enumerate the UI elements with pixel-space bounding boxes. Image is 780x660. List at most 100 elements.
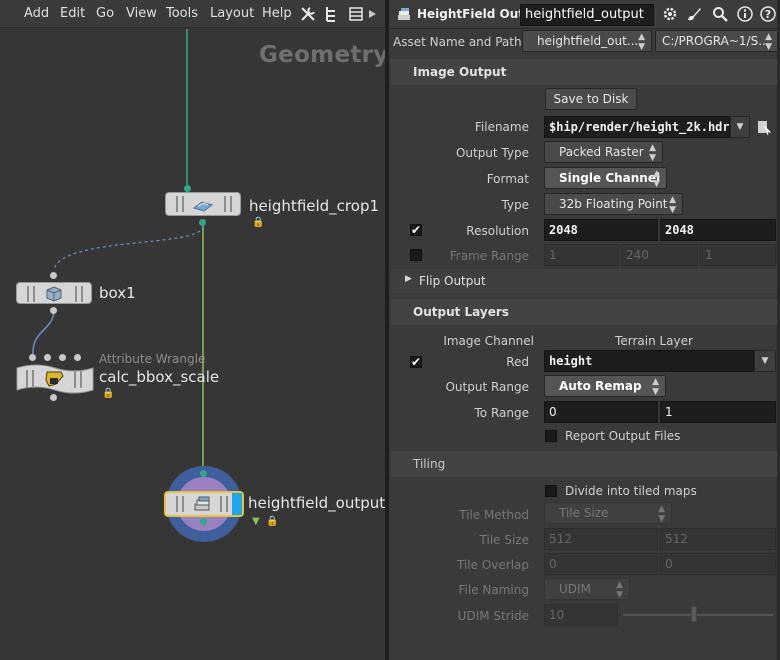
- udim-stride-slider: [623, 614, 773, 616]
- asset-name-dropdown[interactable]: heightfield_out... ▲ ▼: [522, 30, 652, 52]
- node-name-field[interactable]: heightfield_output: [520, 4, 654, 26]
- lock-icon: 🔒: [102, 388, 115, 399]
- node-type-icon: [398, 8, 410, 20]
- check-icon: ✔: [411, 223, 422, 237]
- tile-overlap-label: Tile Overlap: [457, 558, 529, 572]
- tile-method-dropdown: Tile Size ▲ ▼: [544, 502, 672, 524]
- file-naming-dropdown: UDIM ▲ ▼: [544, 578, 630, 600]
- svg-text:?: ?: [765, 8, 771, 21]
- node-type-wrangle: Attribute Wrangle: [99, 352, 206, 366]
- frame-end-field: 240: [621, 244, 698, 266]
- output-input-dot[interactable]: [200, 470, 207, 477]
- wrangle-output-dot[interactable]: [50, 394, 57, 401]
- help-icon[interactable]: ?: [759, 5, 777, 23]
- node-output-body[interactable]: [164, 491, 244, 517]
- network-editor[interactable]: Add Edit Go View Tools Layout Help Geome…: [0, 0, 388, 660]
- filename-menu-arrow[interactable]: ▼: [730, 116, 750, 138]
- node-name-wrangle: calc_bbox_scale: [99, 368, 220, 386]
- output-output-dot[interactable]: [200, 518, 207, 525]
- flip-output-label: Flip Output: [419, 274, 486, 288]
- lock-icon: 🔒: [252, 217, 265, 228]
- udim-stride-label: UDIM Stride: [457, 609, 529, 623]
- save-to-disk-button[interactable]: Save to Disk: [545, 88, 637, 110]
- frame-range-label: Frame Range: [449, 249, 529, 263]
- output-flag-icon: ▼: [252, 516, 260, 527]
- node-name-output: heightfield_output: [248, 494, 386, 512]
- node-wrangle-body[interactable]: [16, 362, 94, 396]
- wire-box-wrangle: [32, 309, 55, 355]
- wrangle-input-dot-1[interactable]: [29, 354, 36, 361]
- crop-output-dot[interactable]: [199, 219, 206, 226]
- output-range-label: Output Range: [445, 380, 529, 394]
- asset-name-label: Asset Name and Path: [393, 35, 522, 49]
- format-dropdown[interactable]: Single Channel ▲ ▼: [544, 167, 667, 189]
- expand-arrow-icon: ▶: [405, 274, 412, 284]
- node-wires: [32, 29, 204, 494]
- parm-header: HeightField Output heightfield_output ?: [389, 0, 780, 29]
- report-output-checkbox[interactable]: [545, 430, 557, 442]
- parameter-editor: HeightField Output heightfield_output ? …: [389, 0, 780, 660]
- folder-flip-output[interactable]: ▶ Flip Output: [391, 269, 780, 293]
- display-flag[interactable]: [232, 493, 242, 515]
- frame-start-field: 1: [544, 244, 619, 266]
- gear-icon[interactable]: [661, 5, 679, 23]
- section-output-layers[interactable]: Output Layers: [391, 299, 780, 325]
- file-naming-label: File Naming: [458, 583, 529, 597]
- format-label: Format: [486, 172, 529, 186]
- node-name-crop: heightfield_crop1: [249, 197, 380, 215]
- wrangle-input-dot-3[interactable]: [59, 354, 66, 361]
- wrangle-input-dot-2[interactable]: [44, 354, 51, 361]
- tile-overlap-x-field: 0: [544, 553, 658, 575]
- tile-size-y-field: 512: [660, 528, 776, 550]
- frame-range-checkbox[interactable]: [410, 249, 422, 261]
- divide-tiles-checkbox[interactable]: [545, 485, 557, 497]
- node-crop-body[interactable]: [165, 192, 241, 216]
- heightfield-output-icon: [194, 496, 210, 511]
- brush-icon[interactable]: [685, 5, 703, 23]
- file-chooser-icon[interactable]: [757, 118, 772, 136]
- image-channel-header: Image Channel: [443, 334, 534, 348]
- output-type-dropdown[interactable]: Packed Raster ▲ ▼: [544, 141, 663, 163]
- heightfield-crop-icon: [192, 201, 214, 212]
- section-tiling[interactable]: Tiling: [391, 451, 780, 477]
- info-icon[interactable]: [736, 5, 754, 23]
- frame-inc-field: 1: [700, 244, 776, 266]
- red-layer-menu-arrow[interactable]: ▼: [754, 350, 776, 372]
- box-input-dot[interactable]: [50, 272, 57, 279]
- tile-size-x-field: 512: [544, 528, 658, 550]
- type-dropdown[interactable]: 32b Floating Point ▲ ▼: [544, 193, 683, 215]
- output-range-dropdown[interactable]: Auto Remap ▲ ▼: [544, 375, 666, 397]
- filename-label: Filename: [474, 120, 529, 134]
- udim-stride-field: 10: [544, 604, 618, 626]
- node-name-box: box1: [99, 284, 136, 302]
- wrangle-input-dot-4[interactable]: [74, 354, 81, 361]
- check-icon: ✔: [411, 355, 422, 369]
- box-icon: [46, 286, 62, 302]
- udim-stride-slider-handle: [691, 606, 697, 622]
- wire-crop-box-dashed: [53, 225, 204, 271]
- lock-icon: 🔒: [266, 516, 279, 527]
- section-image-output[interactable]: Image Output: [391, 59, 780, 85]
- to-range-min-field[interactable]: 0: [544, 401, 658, 423]
- to-range-max-field[interactable]: 1: [660, 401, 776, 423]
- resolution-x-field[interactable]: 2048: [544, 219, 658, 241]
- tile-overlap-y-field: 0: [660, 553, 776, 575]
- houdini-window: Add Edit Go View Tools Layout Help Geome…: [0, 0, 780, 660]
- box-output-dot[interactable]: [50, 307, 57, 314]
- report-output-label: Report Output Files: [565, 429, 681, 443]
- red-layer-field[interactable]: height: [544, 350, 754, 372]
- tile-size-label: Tile Size: [479, 533, 529, 547]
- output-type-label: Output Type: [455, 146, 529, 160]
- node-box-body[interactable]: [16, 282, 92, 304]
- terrain-layer-header: Terrain Layer: [615, 334, 693, 348]
- tile-method-label: Tile Method: [459, 508, 529, 522]
- divide-tiles-label: Divide into tiled maps: [565, 484, 697, 498]
- search-icon[interactable]: [711, 5, 729, 23]
- type-label: Type: [501, 198, 529, 212]
- asset-path-dropdown[interactable]: C:/PROGRA~1/S... ▲ ▼: [655, 30, 779, 52]
- crop-input-dot[interactable]: [184, 185, 191, 192]
- filename-field[interactable]: $hip/render/height_2k.hdr: [544, 116, 730, 138]
- resolution-label: Resolution: [466, 224, 529, 238]
- resolution-y-field[interactable]: 2048: [660, 219, 776, 241]
- to-range-label: To Range: [474, 406, 529, 420]
